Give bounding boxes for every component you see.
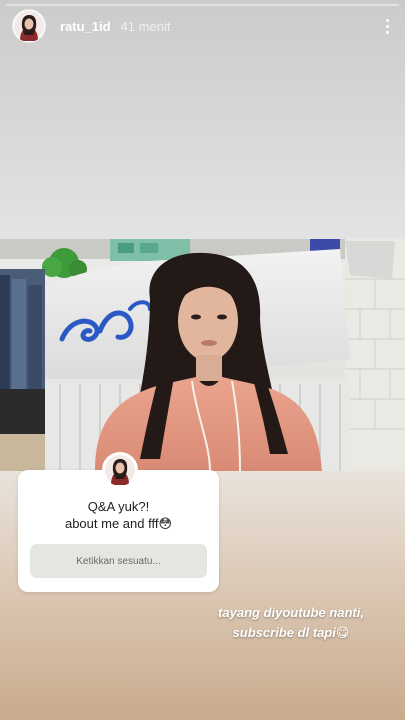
question-answer-placeholder: Ketikkan sesuatu... <box>76 555 161 567</box>
caption-line-2: subscribe dl tapi😋 <box>232 625 350 640</box>
question-title-line-2: about me and fff😳 <box>64 516 173 531</box>
profile-avatar-image <box>14 11 44 41</box>
username[interactable]: ratu_1id <box>60 19 111 34</box>
question-sticker-avatar-image <box>105 455 135 485</box>
question-title-line-1: Q&A yuk?! <box>87 499 150 514</box>
question-sticker-title: Q&A yuk?! about me and fff😳 <box>18 498 219 532</box>
post-time: 41 menit <box>120 18 171 34</box>
story-caption: tayang diyoutube nanti, subscribe dl tap… <box>196 603 386 643</box>
story-viewer[interactable]: ratu_1id 41 menit Q&A yuk?! about me and… <box>0 0 405 720</box>
question-answer-input[interactable]: Ketikkan sesuatu... <box>30 544 207 578</box>
caption-line-1: tayang diyoutube nanti, <box>218 605 364 620</box>
story-header: ratu_1id 41 menit <box>12 8 397 44</box>
photo-illustration <box>0 239 405 471</box>
profile-avatar[interactable] <box>12 9 46 43</box>
question-sticker[interactable]: Q&A yuk?! about me and fff😳 Ketikkan ses… <box>18 470 219 592</box>
question-sticker-avatar <box>102 452 138 488</box>
story-progress-bar <box>6 4 399 6</box>
story-photo <box>0 239 405 471</box>
more-vertical-icon[interactable] <box>377 14 397 38</box>
